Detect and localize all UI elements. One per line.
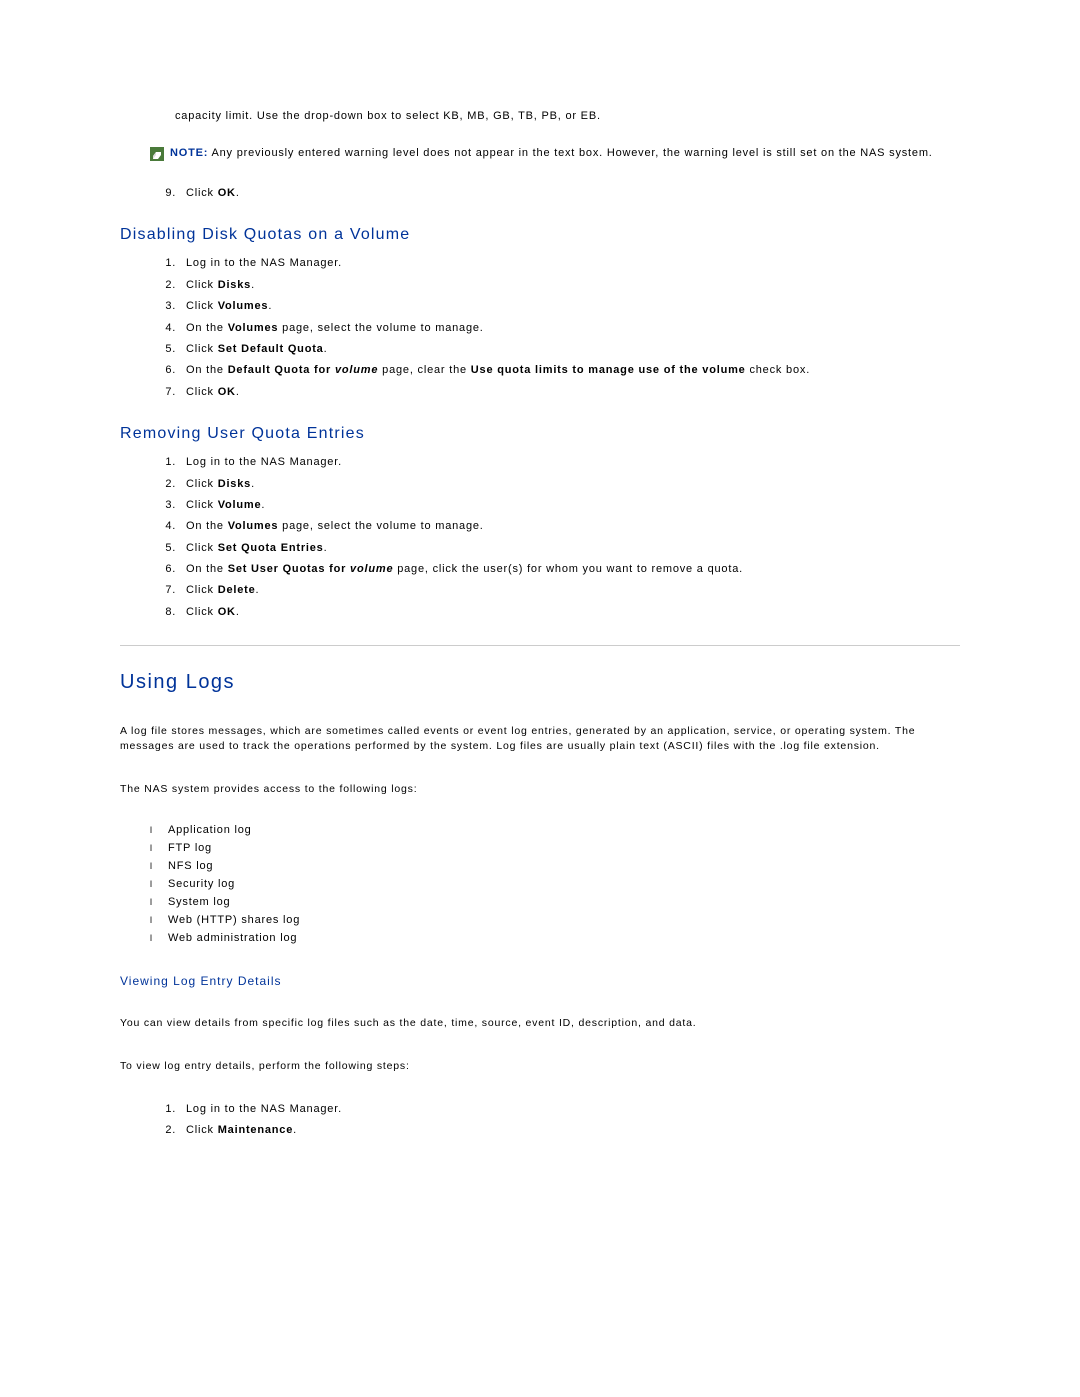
removing-steps: Log in to the NAS Manager. Click Disks. … (120, 455, 960, 620)
list-item: Click Set Quota Entries. (180, 541, 960, 556)
list-item: Log in to the NAS Manager. (180, 455, 960, 470)
list-item: Click OK. (180, 605, 960, 620)
list-item: Application log (150, 824, 960, 836)
list-item: FTP log (150, 842, 960, 854)
list-item: Security log (150, 878, 960, 890)
divider (120, 645, 960, 646)
list-item: Click Volume. (180, 498, 960, 513)
note-body: Any previously entered warning level doe… (211, 147, 932, 159)
heading-using-logs: Using Logs (120, 671, 960, 694)
list-item: On the Volumes page, select the volume t… (180, 321, 960, 336)
step-9: Click OK. (180, 186, 960, 201)
viewing-steps: Log in to the NAS Manager. Click Mainten… (120, 1102, 960, 1139)
note-label: NOTE: (170, 147, 208, 159)
list-item: Click Maintenance. (180, 1123, 960, 1138)
logs-para-2: The NAS system provides access to the fo… (120, 782, 960, 797)
viewing-para-1: You can view details from specific log f… (120, 1016, 960, 1031)
list-item: Click Disks. (180, 278, 960, 293)
list-item: Click Set Default Quota. (180, 342, 960, 357)
list-item: Click OK. (180, 385, 960, 400)
fragment-text: capacity limit. Use the drop-down box to… (175, 110, 960, 122)
note-row: NOTE: Any previously entered warning lev… (150, 147, 960, 161)
list-item: On the Default Quota for volume page, cl… (180, 363, 960, 378)
note-icon (150, 147, 164, 161)
list-item: Click Volumes. (180, 299, 960, 314)
viewing-para-2: To view log entry details, perform the f… (120, 1059, 960, 1074)
list-item: Web (HTTP) shares log (150, 914, 960, 926)
heading-disabling: Disabling Disk Quotas on a Volume (120, 226, 960, 244)
list-item: Log in to the NAS Manager. (180, 1102, 960, 1117)
logs-list: Application log FTP log NFS log Security… (120, 824, 960, 944)
note-text: NOTE: Any previously entered warning lev… (170, 147, 933, 159)
list-item: System log (150, 896, 960, 908)
logs-para-1: A log file stores messages, which are so… (120, 724, 960, 753)
list-item: Click Delete. (180, 583, 960, 598)
list-item: Click Disks. (180, 477, 960, 492)
list-item: NFS log (150, 860, 960, 872)
list-item: On the Set User Quotas for volume page, … (180, 562, 960, 577)
disabling-steps: Log in to the NAS Manager. Click Disks. … (120, 256, 960, 400)
heading-removing: Removing User Quota Entries (120, 425, 960, 443)
list-item: Web administration log (150, 932, 960, 944)
step-list-continued: Click OK. (120, 186, 960, 201)
heading-viewing: Viewing Log Entry Details (120, 974, 960, 988)
list-item: On the Volumes page, select the volume t… (180, 519, 960, 534)
list-item: Log in to the NAS Manager. (180, 256, 960, 271)
